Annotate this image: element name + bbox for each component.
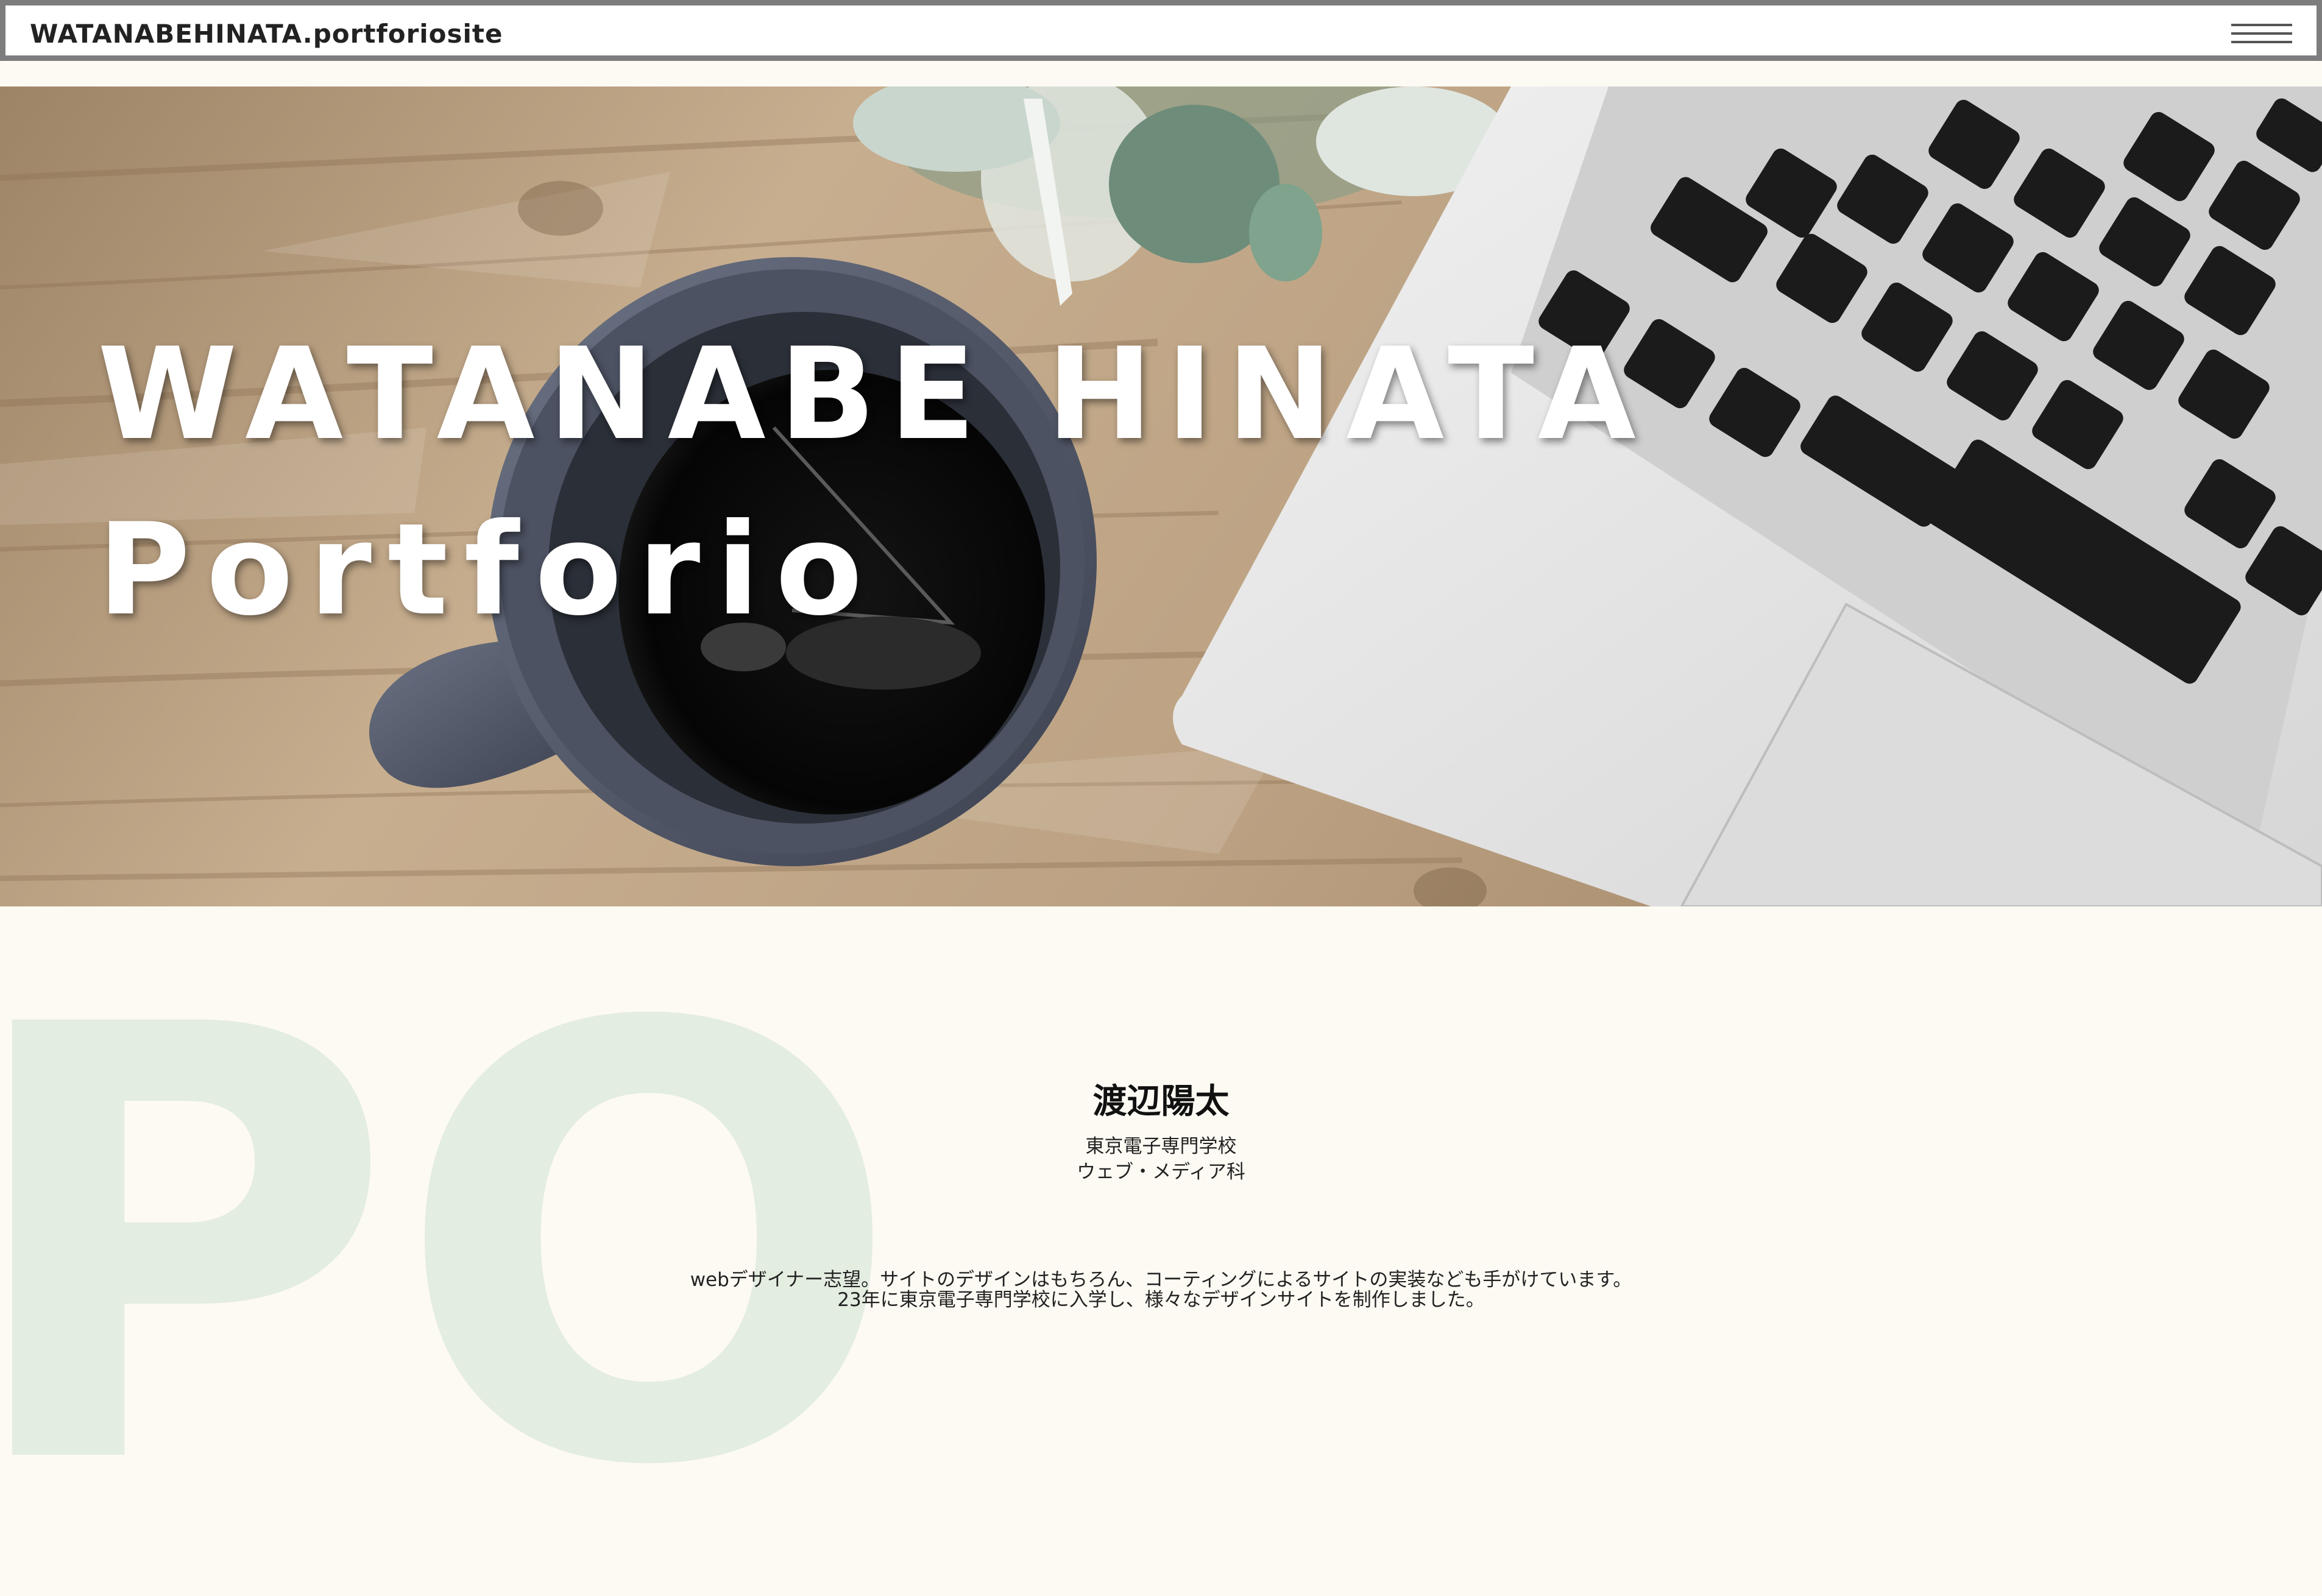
menu-line — [2231, 24, 2292, 26]
intro-line: webデザイナー志望。サイトのデザインはもちろん、コーティングによるサイトの実装… — [690, 1269, 1632, 1291]
hero-title-name: WATANABE HINATA — [97, 321, 1649, 468]
profile-intro: webデザイナー志望。サイトのデザインはもちろん、コーティングによるサイトの実装… — [0, 1270, 2322, 1310]
menu-line — [2231, 32, 2292, 35]
site-header: WATANABEHINATA.portforiosite — [0, 0, 2322, 61]
hamburger-menu-icon[interactable] — [2231, 19, 2292, 48]
profile-school: 東京電子専門学校 — [1085, 1135, 1237, 1158]
hero-section: WATANABE HINATA Portforio — [0, 87, 2322, 906]
hero-title-subtitle: Portforio — [97, 496, 879, 644]
menu-line — [2231, 41, 2292, 43]
profile-section: 渡辺陽太 東京電子専門学校 ウェブ・メディア科 — [0, 1081, 2322, 1185]
intro-line: 23年に東京電子専門学校に入学し、様々なデザインサイトを制作しました。 — [837, 1288, 1485, 1311]
background-watermark-text: PO — [0, 901, 903, 1596]
profile-name: 渡辺陽太 — [1092, 1082, 1230, 1121]
site-title-link[interactable]: WATANABEHINATA.portforiosite — [30, 19, 503, 49]
profile-department: ウェブ・メディア科 — [1077, 1161, 1245, 1184]
